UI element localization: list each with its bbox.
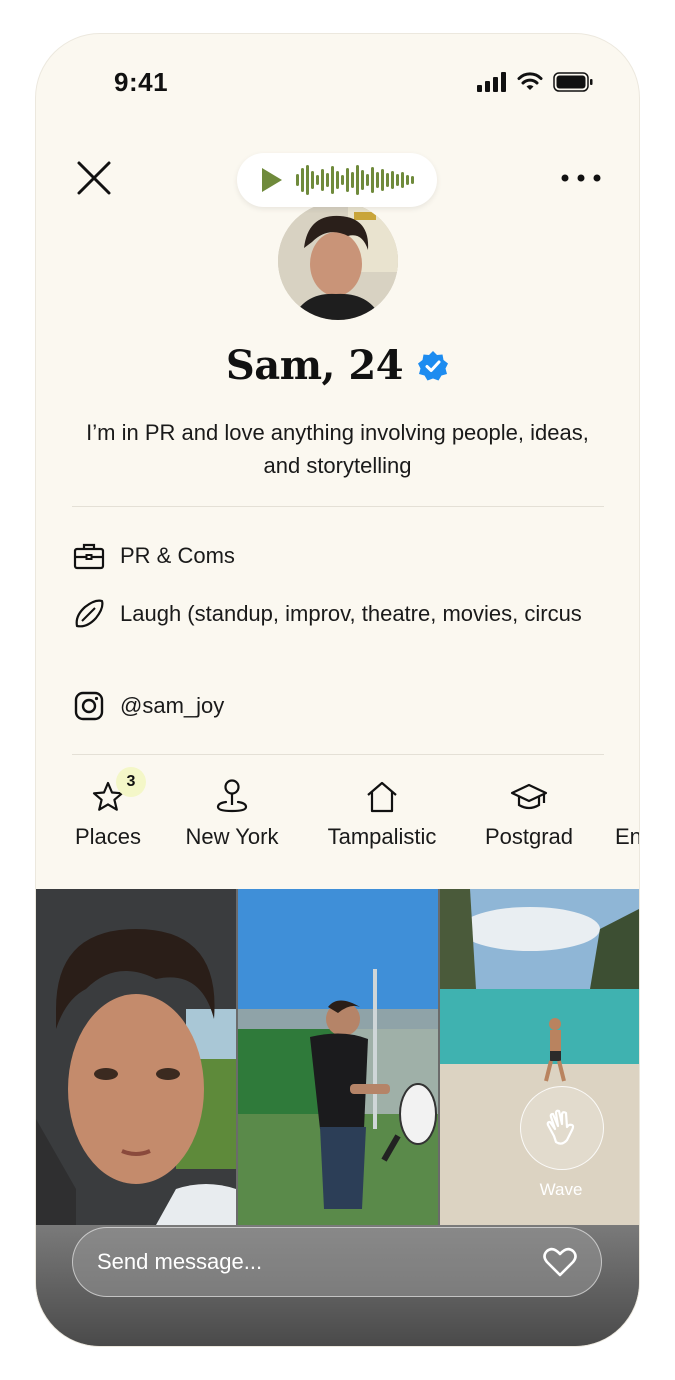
close-icon — [77, 161, 111, 195]
location-pin-icon — [178, 774, 286, 814]
battery-icon — [553, 72, 593, 92]
voice-prompt-player[interactable] — [237, 153, 437, 207]
wifi-icon — [517, 72, 543, 90]
chip-home[interactable]: Tampalistic — [320, 774, 444, 850]
chip-partial[interactable]: En — [615, 774, 639, 850]
phone-frame: 9:41 Sam, 24 I’m in PR and love anything… — [36, 34, 639, 1346]
instagram-icon — [72, 689, 106, 722]
close-button[interactable] — [74, 158, 114, 198]
surfboard-icon — [72, 597, 106, 630]
status-time: 9:41 — [114, 67, 169, 97]
house-icon — [320, 774, 444, 814]
detail-job-text: PR & Coms — [120, 543, 235, 568]
status-icons — [477, 72, 593, 92]
profile-name-age: Sam, 24 — [225, 342, 404, 389]
chip-education[interactable]: Postgrad — [479, 774, 579, 850]
detail-instagram-text[interactable]: @sam_joy — [120, 689, 224, 722]
detail-row-instagram[interactable]: @sam_joy — [72, 689, 592, 722]
heart-icon[interactable] — [543, 1247, 577, 1277]
graduation-cap-icon — [479, 774, 579, 814]
places-count-badge: 3 — [116, 767, 146, 797]
verified-badge-icon — [418, 350, 449, 380]
photo-padel[interactable] — [238, 889, 438, 1225]
chip-partial-label: En — [615, 824, 639, 849]
detail-interests-text: Laugh (standup, improv, theatre, movies,… — [120, 601, 582, 626]
name-row: Sam, 24 — [36, 342, 639, 389]
divider — [72, 506, 604, 507]
status-bar: 9:41 — [36, 34, 639, 134]
chip-location[interactable]: New York — [178, 774, 286, 850]
chip-home-label: Tampalistic — [327, 824, 437, 849]
photo-selfie[interactable] — [36, 889, 236, 1225]
wave-label: Wave — [539, 1180, 583, 1199]
chip-education-label: Postgrad — [484, 824, 574, 849]
more-dots-icon — [561, 174, 601, 182]
send-message-input[interactable]: Send message... — [72, 1227, 602, 1297]
wave-button[interactable] — [520, 1086, 604, 1170]
waveform-icon — [296, 165, 414, 195]
avatar[interactable] — [278, 202, 398, 320]
photo-beach[interactable] — [440, 889, 639, 1225]
divider — [72, 754, 604, 755]
play-icon[interactable] — [260, 167, 284, 193]
detail-row-interests: Laugh (standup, improv, theatre, movies,… — [72, 597, 592, 630]
signal-icon — [477, 72, 506, 92]
waving-hand-icon — [546, 1109, 575, 1145]
chip-location-label: New York — [185, 824, 279, 849]
more-options-button[interactable] — [559, 170, 603, 186]
detail-row-job: PR & Coms — [72, 539, 592, 572]
chip-places-label: Places — [74, 824, 142, 849]
briefcase-icon — [72, 539, 106, 572]
profile-bio: I’m in PR and love anything involving pe… — [86, 420, 589, 478]
message-placeholder[interactable]: Send message... — [97, 1249, 262, 1275]
